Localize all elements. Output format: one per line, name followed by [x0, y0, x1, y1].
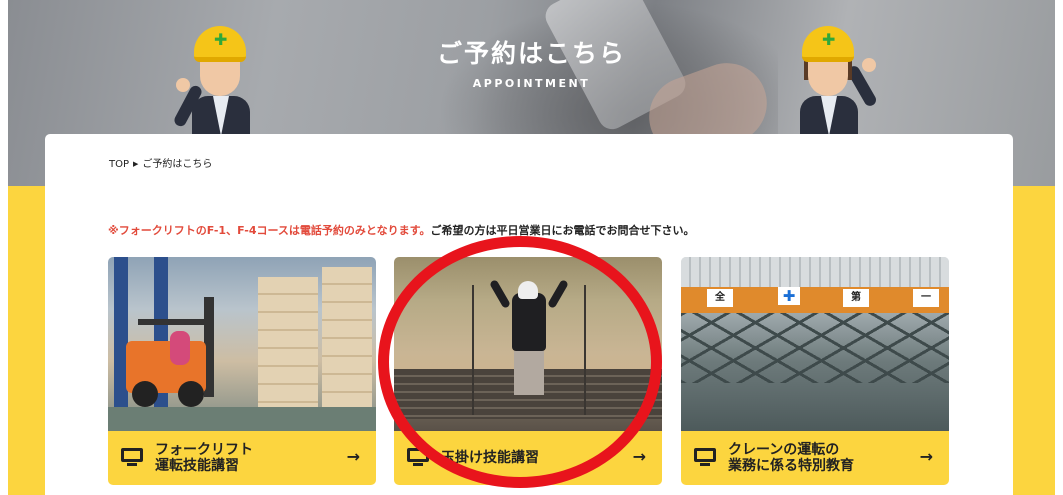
- breadcrumb-home-link[interactable]: TOP: [109, 159, 129, 170]
- crane-sign: 第: [843, 289, 869, 307]
- course-card-crane[interactable]: 全 ✚ 第 一 クレーンの運転の 業務に係る特別教育 →: [681, 257, 949, 485]
- notice-warning-text: ※フォークリフトのF-1、F-4コースは電話予約のみとなります。: [108, 224, 431, 237]
- course-title-line1: クレーンの運転の: [728, 442, 840, 458]
- yellow-background-right: [1013, 186, 1055, 495]
- course-title-line2: 業務に係る特別教育: [728, 458, 854, 474]
- crane-photo: 全 ✚ 第 一: [681, 257, 949, 431]
- reservation-notice: ※フォークリフトのF-1、F-4コースは電話予約のみとなります。ご希望の方は平日…: [108, 222, 695, 238]
- red-highlight-circle: [378, 236, 662, 488]
- computer-icon: [694, 448, 718, 468]
- page-title: ご予約はこちら: [436, 39, 626, 68]
- safety-cross-icon: ✚: [778, 287, 800, 305]
- arrow-right-icon: →: [919, 447, 933, 466]
- course-bar[interactable]: フォークリフト 運転技能講習 →: [108, 431, 376, 485]
- arrow-right-icon: →: [632, 447, 646, 466]
- breadcrumb-separator-icon: ▶: [133, 160, 139, 168]
- breadcrumb: TOP ▶ ご予約はこちら: [109, 155, 212, 170]
- forklift-photo: [108, 257, 376, 431]
- crane-sign: 一: [913, 289, 939, 307]
- notice-info-text: ご希望の方は平日営業日にお電話でお問合せ下さい。: [430, 224, 695, 237]
- computer-icon: [121, 448, 145, 468]
- page-subtitle: APPOINTMENT: [472, 77, 591, 90]
- breadcrumb-current: ご予約はこちら: [142, 159, 213, 170]
- mascot-woman: ✚: [788, 14, 879, 150]
- course-bar[interactable]: クレーンの運転の 業務に係る特別教育 →: [681, 431, 949, 485]
- course-title-line1: フォークリフト: [155, 442, 253, 458]
- course-card-forklift[interactable]: フォークリフト 運転技能講習 →: [108, 257, 376, 485]
- crane-sign: 全: [707, 289, 733, 307]
- yellow-background-left: [8, 186, 45, 495]
- course-title-line2: 運転技能講習: [155, 458, 239, 474]
- arrow-right-icon: →: [346, 447, 360, 466]
